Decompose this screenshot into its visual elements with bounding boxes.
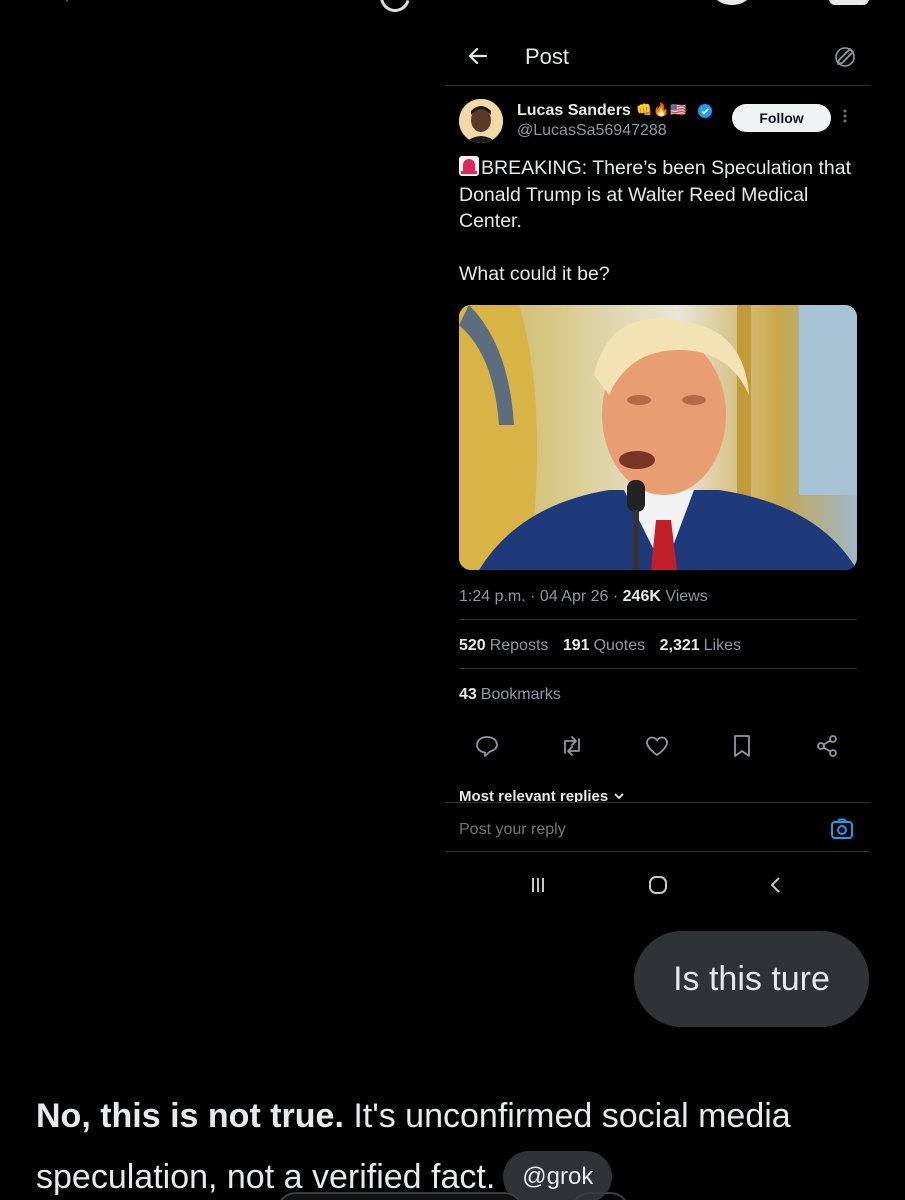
divider: [459, 619, 857, 620]
fist-emoji: 👊: [636, 102, 653, 117]
reposts-stat[interactable]: 520 Reposts: [459, 637, 558, 654]
like-icon[interactable]: [644, 733, 670, 759]
back-arrow-icon[interactable]: [466, 44, 490, 73]
quotes-stat[interactable]: 191 Quotes: [563, 637, 655, 654]
post-header: Post: [446, 36, 870, 86]
fire-emoji: 🔥: [653, 102, 670, 117]
reply-composer: Post your reply: [446, 802, 870, 852]
us-flag-emoji: 🇺🇸: [670, 102, 687, 117]
home-icon[interactable]: [648, 876, 668, 899]
bookmarks-stat[interactable]: 43 Bookmarks: [459, 686, 561, 704]
recents-icon[interactable]: [528, 876, 548, 899]
reply-input[interactable]: Post your reply: [459, 821, 566, 839]
views-label: Views: [665, 588, 708, 605]
post-text-line1: BREAKING: There’s been Speculation that …: [459, 157, 851, 232]
header-title: Post: [525, 44, 570, 69]
camera-icon[interactable]: [830, 818, 854, 845]
divider: [459, 668, 857, 669]
assistant-reply: No, this is not true. It's unconfirmed s…: [36, 1086, 876, 1200]
more-icon[interactable]: [842, 108, 848, 124]
user-message-bubble: Is this ture: [634, 931, 869, 1027]
avatar[interactable]: [459, 99, 503, 143]
share-icon[interactable]: [814, 733, 840, 759]
post-text: BREAKING: There’s been Speculation that …: [459, 155, 859, 287]
post-time: 1:24 p.m.: [459, 588, 526, 605]
verified-icon: [698, 104, 712, 123]
views-count: 246K: [622, 588, 661, 605]
post-meta: 1:24 p.m. · 04 Apr 26 · 246K Views: [459, 588, 708, 605]
flame-icon: [52, 0, 82, 20]
follow-button[interactable]: Follow: [732, 104, 831, 132]
shared-post-screenshot: Post Lucas Sanders 👊 🔥 🇺🇸 @LucasSa569472…: [446, 36, 870, 912]
action-pill[interactable]: [276, 1192, 524, 1200]
post-date: 04 Apr 26: [539, 588, 609, 605]
likes-stat[interactable]: 2,321 Likes: [660, 637, 741, 654]
bookmark-icon[interactable]: [729, 733, 755, 759]
post-text-line2: What could it be?: [459, 262, 610, 285]
siren-emoji: [459, 156, 479, 176]
repost-icon[interactable]: [559, 733, 585, 759]
reply-bold: No, this is not true.: [36, 1097, 344, 1135]
reply-icon[interactable]: [474, 733, 500, 759]
edit-icon[interactable]: [834, 46, 856, 73]
menu-icon[interactable]: [829, 0, 869, 5]
nav-back-icon[interactable]: [766, 874, 786, 901]
engagement-stats: 520 Reposts 191 Quotes 2,321 Likes: [459, 637, 741, 655]
author-name[interactable]: Lucas Sanders: [517, 102, 631, 120]
avatar-icon[interactable]: [712, 0, 752, 5]
search-icon[interactable]: [374, 0, 416, 18]
author-handle[interactable]: @LucasSa56947288: [517, 122, 667, 140]
author-badges: 👊 🔥 🇺🇸: [636, 102, 687, 118]
post-photo[interactable]: [459, 305, 857, 570]
